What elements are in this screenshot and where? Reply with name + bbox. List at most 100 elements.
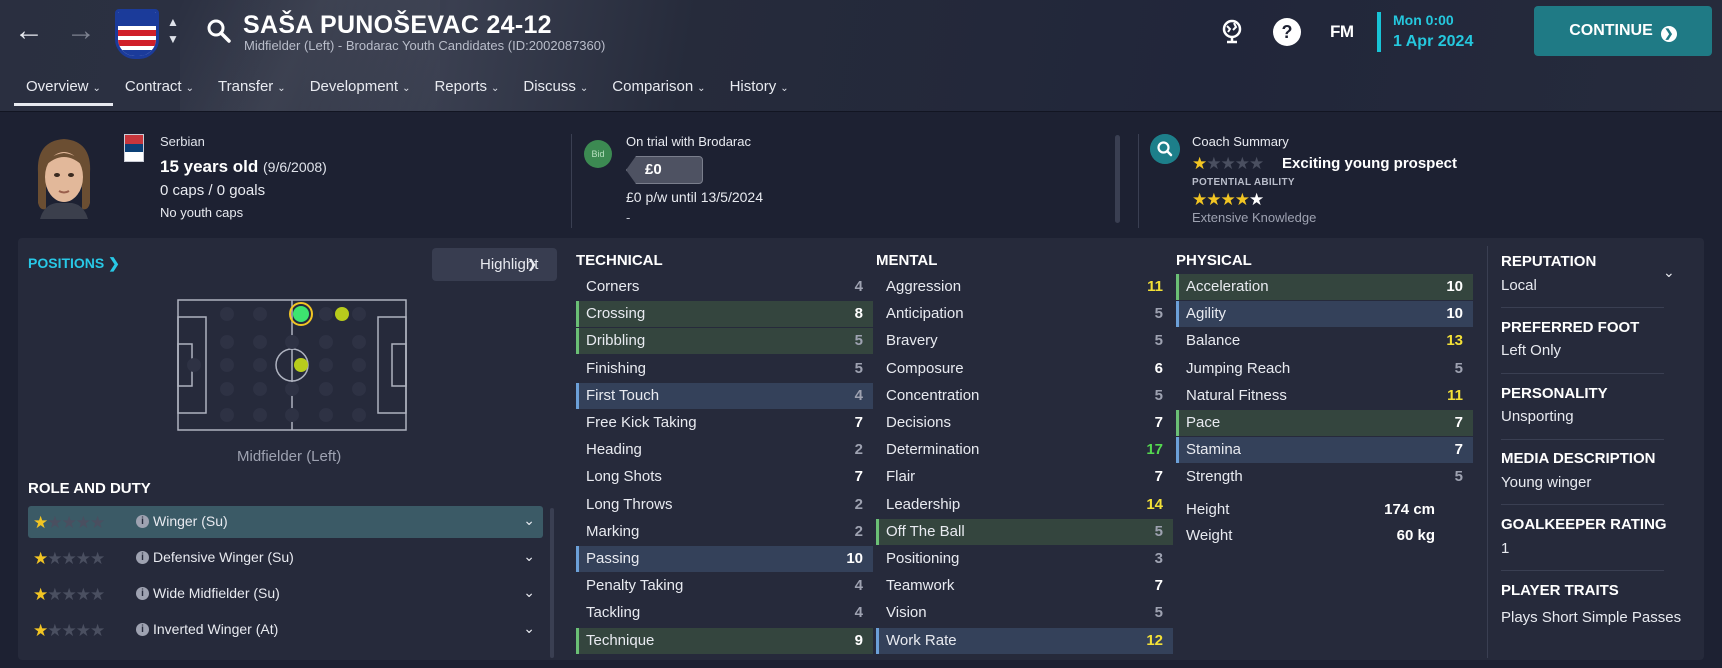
tab-comparison[interactable]: Comparison ⌄ (600, 78, 717, 106)
attribute-name: Heading (586, 441, 642, 459)
attribute-row[interactable]: Aggression 11 (876, 274, 1173, 300)
attribute-row[interactable]: Determination 17 (876, 437, 1173, 463)
chevron-down-icon[interactable]: ⌄ (523, 584, 535, 601)
tab-label: Contract (124, 78, 182, 95)
attribute-row[interactable]: Bravery 5 (876, 328, 1173, 354)
attribute-row[interactable]: Natural Fitness 11 (1176, 383, 1473, 409)
role-row-winger[interactable]: ★★★★★ i Winger (Su) ⌄ (28, 506, 543, 538)
tab-discuss[interactable]: Discuss ⌄ (511, 78, 600, 106)
tab-overview[interactable]: Overview ⌄ (14, 78, 113, 106)
continue-button[interactable]: CONTINUE ❯ (1534, 6, 1712, 56)
attribute-row[interactable]: Positioning 3 (876, 546, 1173, 572)
caps-goals: 0 caps / 0 goals (160, 182, 266, 199)
attribute-value: 5 (854, 332, 863, 350)
magnifier-icon[interactable] (1150, 134, 1180, 164)
search-icon[interactable] (206, 18, 232, 44)
back-arrow-icon[interactable]: ← (12, 14, 46, 48)
attribute-row[interactable]: Technique 9 (576, 627, 873, 654)
info-icon[interactable]: i (136, 623, 149, 636)
attribute-row[interactable]: Vision 5 (876, 600, 1173, 626)
attribute-row[interactable]: Teamwork 7 (876, 573, 1173, 599)
attribute-row[interactable]: Marking 2 (576, 519, 873, 545)
attribute-row[interactable]: Balance 13 (1176, 328, 1473, 354)
forward-arrow-icon[interactable]: → (64, 14, 98, 48)
highlight-dropdown[interactable]: Highlight ❯ (432, 248, 557, 281)
price-tag[interactable]: £0 (626, 156, 703, 184)
attribute-value: 5 (1154, 332, 1163, 350)
attribute-row[interactable]: Dribbling 5 (576, 328, 873, 355)
info-icon[interactable]: i (136, 551, 149, 564)
attribute-row[interactable]: Penalty Taking 4 (576, 573, 873, 599)
attribute-row[interactable]: Anticipation 5 (876, 301, 1173, 327)
role-row-inverted-winger[interactable]: ★★★★★ i Inverted Winger (At) ⌄ (28, 614, 543, 646)
info-icon[interactable]: i (136, 515, 149, 528)
player-subtitle: Midfielder (Left) - Brodarac Youth Candi… (244, 38, 606, 53)
attribute-name: Aggression (886, 278, 962, 295)
attribute-row[interactable]: Stamina 7 (1176, 437, 1473, 464)
bid-icon[interactable]: Bid (584, 140, 612, 168)
date-divider (1377, 12, 1381, 52)
scrollbar[interactable] (550, 508, 554, 658)
attribute-row[interactable]: Work Rate 12 (876, 627, 1173, 654)
coach-summary-label: Coach Summary (1192, 134, 1289, 149)
attribute-row[interactable]: Free Kick Taking 7 (576, 410, 873, 436)
attribute-row[interactable]: Decisions 7 (876, 410, 1173, 436)
chevron-down-icon: ⌄ (402, 83, 411, 94)
technical-heading: TECHNICAL (576, 252, 663, 269)
tab-label: Comparison (612, 78, 694, 95)
attribute-row[interactable]: Strength 5 (1176, 464, 1473, 490)
attribute-row[interactable]: Finishing 5 (576, 356, 873, 382)
attribute-name: Determination (886, 441, 980, 459)
tab-history[interactable]: History ⌄ (718, 78, 801, 106)
tab-transfer[interactable]: Transfer ⌄ (206, 78, 298, 106)
attribute-row[interactable]: First Touch 4 (576, 382, 873, 409)
attribute-row[interactable]: Agility 10 (1176, 301, 1473, 328)
scrollbar[interactable] (1115, 135, 1120, 223)
club-crest[interactable] (115, 9, 159, 59)
highlight-bar (576, 546, 579, 572)
attribute-row[interactable]: Long Shots 7 (576, 464, 873, 490)
info-icon[interactable]: i (136, 587, 149, 600)
attribute-value: 5 (1154, 386, 1163, 404)
updown-icon[interactable]: ▲ ▼ (164, 14, 182, 48)
fm-logo[interactable]: FM (1330, 22, 1354, 42)
wage-text: £0 p/w until 13/5/2024 (626, 189, 763, 205)
chevron-down-icon[interactable]: ⌄ (523, 620, 535, 637)
chevron-down-icon[interactable]: ⌄ (523, 548, 535, 565)
positions-link[interactable]: POSITIONS ❯ (28, 255, 120, 272)
attribute-row[interactable]: Long Throws 2 (576, 492, 873, 518)
attribute-row[interactable]: Crossing 8 (576, 301, 873, 328)
tab-label: Reports (434, 78, 487, 95)
help-icon[interactable]: ? (1273, 18, 1301, 46)
chevron-down-icon[interactable]: ⌄ (523, 512, 535, 529)
role-row-wide-midfielder[interactable]: ★★★★★ i Wide Midfielder (Su) ⌄ (28, 578, 543, 610)
height-label: Height (1186, 501, 1230, 518)
attribute-row[interactable]: Off The Ball 5 (876, 518, 1173, 545)
tab-contract[interactable]: Contract ⌄ (113, 78, 206, 106)
attribute-row[interactable]: Heading 2 (576, 437, 873, 463)
attribute-row[interactable]: Composure 6 (876, 356, 1173, 382)
attribute-row[interactable]: Jumping Reach 5 (1176, 356, 1473, 382)
attribute-name: Free Kick Taking (586, 414, 697, 431)
attribute-row[interactable]: Concentration 5 (876, 383, 1173, 409)
height-value: 174 cm (1384, 501, 1435, 518)
attribute-row[interactable]: Tackling 4 (576, 600, 873, 626)
role-row-defensive-winger[interactable]: ★★★★★ i Defensive Winger (Su) ⌄ (28, 542, 543, 574)
attribute-row[interactable]: Leadership 14 (876, 492, 1173, 518)
player-name: SAŠA PUNOŠEVAC 24-12 (243, 11, 552, 39)
serbia-flag-icon (124, 134, 144, 162)
attribute-row[interactable]: Corners 4 (576, 274, 873, 300)
attribute-name: Corners (586, 278, 640, 295)
tab-reports[interactable]: Reports ⌄ (422, 78, 511, 106)
attribute-row[interactable]: Acceleration 10 (1176, 274, 1473, 300)
attribute-row[interactable]: Flair 7 (876, 464, 1173, 490)
attribute-value: 7 (1154, 577, 1163, 595)
tab-development[interactable]: Development ⌄ (298, 78, 423, 106)
attribute-row[interactable]: Passing 10 (576, 546, 873, 572)
chevron-down-icon[interactable]: ⌄ (1663, 264, 1675, 281)
tab-bar: Overview ⌄ Contract ⌄ Transfer ⌄ Developmen… (14, 78, 801, 106)
attribute-row[interactable]: Pace 7 (1176, 410, 1473, 436)
globe-icon[interactable] (1218, 17, 1246, 45)
attribute-name: Dribbling (586, 332, 646, 350)
divider (1501, 439, 1664, 440)
